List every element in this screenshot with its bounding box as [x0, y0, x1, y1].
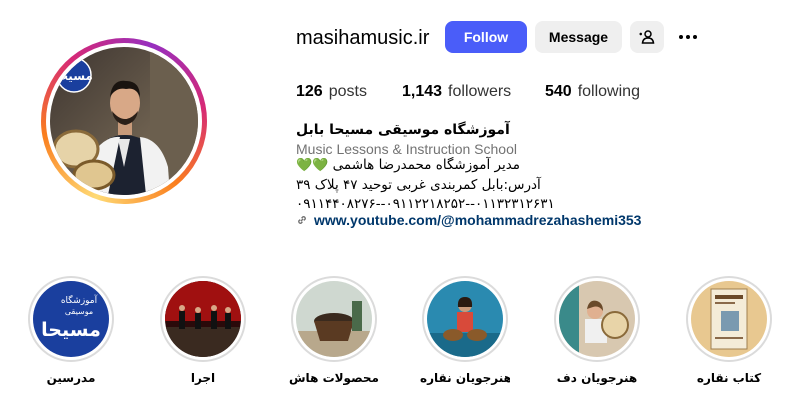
- highlight-ring-gap: [424, 278, 506, 360]
- more-options-button[interactable]: [676, 28, 700, 46]
- followers-stat[interactable]: 1,143 followers: [402, 83, 511, 101]
- following-stat[interactable]: 540 following: [545, 83, 640, 101]
- green-heart-icon: 💚💚: [296, 158, 329, 173]
- bio-line-phones: ۰۱۱۳۲۳۱۲۶۳۱--۰۹۱۱۲۲۱۸۲۵۲--۰۹۱۱۴۴۰۸۲۷۶: [296, 196, 555, 212]
- follow-button[interactable]: Follow: [445, 21, 527, 53]
- highlight-performance[interactable]: اجرا: [158, 276, 248, 385]
- highlight-ring: [554, 276, 640, 362]
- following-label: following: [577, 83, 640, 100]
- highlight-ring: [422, 276, 508, 362]
- link-icon: [298, 216, 306, 224]
- drum-products-image: [296, 281, 372, 357]
- more-dot-icon: [693, 35, 697, 39]
- highlight-ring-gap: [556, 278, 638, 360]
- naqareh-student-image: [427, 281, 503, 357]
- bio-category: Music Lessons & Instruction School: [296, 141, 517, 157]
- highlight-label: اجرا: [190, 371, 216, 385]
- highlight-ring-gap: [162, 278, 244, 360]
- highlight-ring: آموزشگاه موسیقی مسیحا: [28, 276, 114, 362]
- bio-link-text: www.youtube.com/@mohammadrezahashemi353: [314, 212, 642, 228]
- stage-performance-image: [165, 281, 241, 357]
- bio-name: آموزشگاه موسیقی مسیحا بابل: [296, 122, 510, 138]
- posts-label: posts: [328, 83, 367, 100]
- highlight-label: هنرجویان دف: [556, 371, 638, 385]
- add-person-icon: [639, 30, 655, 44]
- followers-label: followers: [448, 83, 512, 100]
- avatar-gap: مسیحا: [46, 43, 202, 199]
- suggested-accounts-button[interactable]: [630, 21, 664, 53]
- highlight-ring-gap: آموزشگاه موسیقی مسیحا: [30, 278, 112, 360]
- highlight-cover: آموزشگاه موسیقی مسیحا: [33, 281, 109, 357]
- highlight-cover: [691, 281, 767, 357]
- followers-count: 1,143: [402, 83, 443, 100]
- posts-count: 126: [296, 83, 323, 100]
- highlight-label: کتاب نقاره: [696, 371, 762, 385]
- more-dot-icon: [679, 35, 683, 39]
- avatar-photo: مسیحا: [50, 47, 198, 195]
- school-logo-image: آموزشگاه موسیقی مسیحا: [33, 281, 109, 357]
- highlight-ring-gap: [293, 278, 375, 360]
- bio-line1-text: مدیر آموزشگاه محمدرضا هاشمی: [332, 157, 521, 173]
- profile-username: masihamusic.ir: [296, 27, 430, 49]
- highlight-label: محصولات هاش...: [289, 371, 379, 385]
- highlight-ring-gap: [688, 278, 770, 360]
- highlight-ring: [686, 276, 772, 362]
- profile-avatar-ring[interactable]: مسیحا: [41, 38, 207, 204]
- highlight-naqareh-book[interactable]: کتاب نقاره: [684, 276, 774, 385]
- highlight-ring: [291, 276, 377, 362]
- highlight-products[interactable]: محصولات هاش...: [289, 276, 379, 385]
- book-cover-image: [691, 281, 767, 357]
- profile-avatar[interactable]: مسیحا: [50, 47, 198, 195]
- following-count: 540: [545, 83, 572, 100]
- highlight-cover: [427, 281, 503, 357]
- daf-student-image: [559, 281, 635, 357]
- bio-line-address: آدرس:بابل کمربندی غربی توحید ۴۷ پلاک ۳۹: [296, 177, 541, 193]
- highlight-ring: [160, 276, 246, 362]
- posts-stat: 126 posts: [296, 83, 367, 101]
- logo-line2: موسیقی: [65, 307, 93, 316]
- highlight-daf-students[interactable]: هنرجویان دف: [552, 276, 642, 385]
- highlight-naqareh-students[interactable]: هنرجویان نقاره: [420, 276, 510, 385]
- highlight-cover: [559, 281, 635, 357]
- bio-external-link[interactable]: www.youtube.com/@mohammadrezahashemi353: [296, 212, 641, 228]
- bio-line-manager: مدیر آموزشگاه محمدرضا هاشمی 💚💚: [296, 157, 520, 173]
- highlight-label: مدرسین: [46, 371, 96, 385]
- message-button[interactable]: Message: [535, 21, 622, 53]
- logo-line1: آموزشگاه: [61, 294, 98, 306]
- more-dot-icon: [686, 35, 690, 39]
- highlight-cover: [296, 281, 372, 357]
- highlight-cover: [165, 281, 241, 357]
- logo-main: مسیحا: [41, 319, 101, 341]
- highlight-teachers[interactable]: آموزشگاه موسیقی مسیحا مدرسین: [26, 276, 116, 385]
- avatar-logo-text: مسیحا: [55, 69, 93, 83]
- highlight-label: هنرجویان نقاره: [420, 371, 510, 385]
